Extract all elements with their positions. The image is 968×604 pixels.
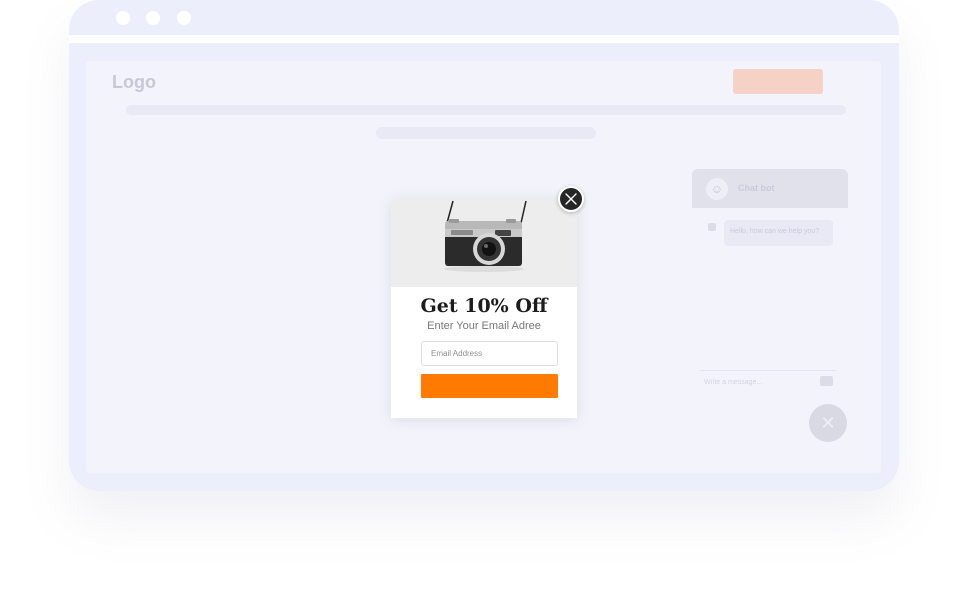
- site-cta-button[interactable]: [733, 69, 823, 94]
- chat-header: ☺ Chat bot: [692, 169, 848, 208]
- chat-message: Hello, how can we help you?: [724, 220, 833, 246]
- popup-title: Get 10% Off: [420, 295, 548, 317]
- chat-title: Chat bot: [738, 183, 775, 193]
- discount-popup: Get 10% Off Enter Your Email Adree: [391, 199, 577, 418]
- window-control-dot[interactable]: [177, 11, 191, 25]
- bot-icon: [708, 223, 716, 231]
- chat-toggle-button[interactable]: ✕: [809, 404, 847, 442]
- hero-text-line: [126, 105, 846, 115]
- close-popup-button[interactable]: [558, 186, 584, 212]
- stage: Logo ☺ Chat bot Hello, how can we help y…: [0, 0, 968, 604]
- title-bar: [69, 0, 899, 35]
- bot-avatar-icon: ☺: [706, 178, 728, 200]
- chat-input[interactable]: Write a message...: [704, 379, 762, 386]
- camera-image: [391, 199, 577, 287]
- window-control-dot[interactable]: [116, 11, 130, 25]
- chat-divider: [700, 370, 836, 371]
- hero-text-line: [376, 127, 596, 139]
- title-bar-divider: [69, 35, 899, 43]
- site-logo: Logo: [112, 72, 156, 92]
- send-icon[interactable]: [820, 376, 833, 386]
- close-icon: ✕: [820, 413, 836, 433]
- chat-widget: ☺ Chat bot Hello, how can we help you? W…: [692, 169, 848, 386]
- popup-subtitle: Enter Your Email Adree: [427, 320, 541, 332]
- email-field[interactable]: [421, 341, 558, 366]
- submit-button[interactable]: [421, 374, 558, 398]
- close-icon: [565, 193, 577, 205]
- window-control-dot[interactable]: [146, 11, 160, 25]
